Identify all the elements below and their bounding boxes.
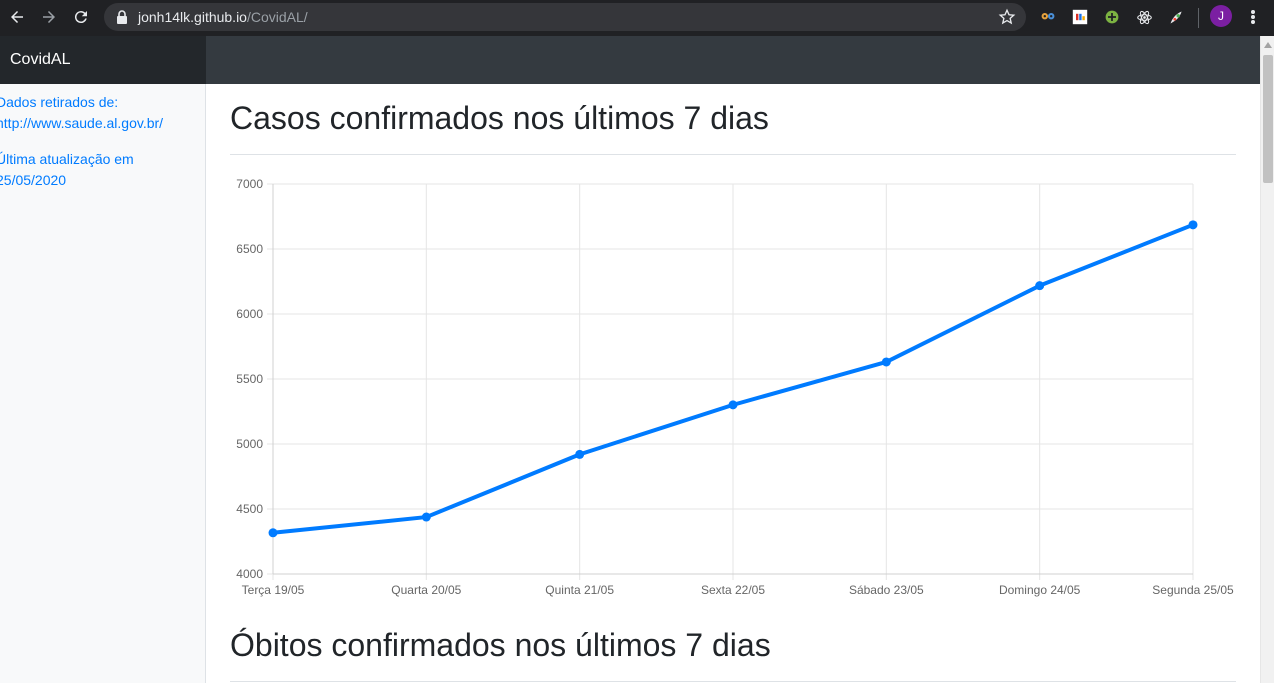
x-tick-label: Domingo 24/05 xyxy=(999,583,1081,597)
y-tick-label: 7000 xyxy=(236,177,263,191)
x-tick-label: Quarta 20/05 xyxy=(391,583,461,597)
forward-icon[interactable] xyxy=(36,4,62,30)
profile-avatar[interactable]: J xyxy=(1210,5,1232,27)
x-tick-label: Sexta 22/05 xyxy=(701,583,765,597)
url-host: jonh14lk.github.io xyxy=(138,9,247,25)
data-point xyxy=(1035,281,1045,291)
y-tick-label: 6000 xyxy=(236,307,263,321)
browser-toolbar: jonh14lk.github.io/CovidAL/ J xyxy=(0,0,1274,36)
data-source-label: Dados retirados de: xyxy=(0,94,119,110)
data-point xyxy=(575,449,585,459)
scrollbar-thumb[interactable] xyxy=(1263,55,1273,183)
cases-line-chart: 4000 4500 5000 5500 6000 6500 7000 Terça 19/05 Q… xyxy=(236,177,1234,597)
deaths-chart-title: Óbitos confirmados nos últimos 7 dias xyxy=(230,627,771,663)
y-tick-label: 4000 xyxy=(236,567,263,581)
extension-react-icon[interactable] xyxy=(1134,7,1154,27)
y-tick-label: 4500 xyxy=(236,502,263,516)
back-icon[interactable] xyxy=(4,4,30,30)
reload-icon[interactable] xyxy=(68,4,94,30)
y-tick-label: 6500 xyxy=(236,242,263,256)
y-tick-label: 5000 xyxy=(236,437,263,451)
extension-owl-icon[interactable] xyxy=(1038,7,1058,27)
title-divider-deaths xyxy=(230,681,1236,682)
last-update-info: Última atualização em 25/05/2020 xyxy=(0,149,196,191)
app-navbar: CovidAL xyxy=(0,36,1260,84)
data-source-link[interactable]: Dados retirados de: http://www.saude.al.… xyxy=(0,92,196,134)
browser-menu-icon[interactable] xyxy=(1244,6,1262,28)
data-point xyxy=(881,357,891,367)
y-tick-label: 5500 xyxy=(236,372,263,386)
data-point xyxy=(421,512,431,522)
data-point xyxy=(268,528,278,538)
x-tick-label: Segunda 25/05 xyxy=(1152,583,1234,597)
page-scrollbar[interactable] xyxy=(1260,36,1274,683)
extension-plus-icon[interactable] xyxy=(1102,7,1122,27)
url-path: /CovidAL/ xyxy=(246,9,308,25)
last-update-date: 25/05/2020 xyxy=(0,172,67,188)
app-brand[interactable]: CovidAL xyxy=(0,36,206,84)
main-content: Casos confirmados nos últimos 7 dias 400… xyxy=(206,84,1260,683)
sidebar: Dados retirados de: http://www.saude.al.… xyxy=(0,84,206,683)
lock-icon xyxy=(117,10,127,24)
extension-color-picker-icon[interactable] xyxy=(1166,7,1186,27)
data-source-url[interactable]: http://www.saude.al.gov.br/ xyxy=(0,113,196,134)
extension-palette-icon[interactable] xyxy=(1070,7,1090,27)
last-update-label: Última atualização em xyxy=(0,151,134,167)
toolbar-separator xyxy=(1198,8,1199,28)
address-bar[interactable]: jonh14lk.github.io/CovidAL/ xyxy=(104,3,1026,31)
data-point xyxy=(728,400,738,410)
bookmark-star-icon[interactable] xyxy=(998,8,1016,26)
x-tick-label: Quinta 21/05 xyxy=(545,583,614,597)
scroll-up-arrow-icon[interactable] xyxy=(1264,42,1272,48)
x-tick-label: Sábado 23/05 xyxy=(849,583,924,597)
data-point xyxy=(1188,220,1198,230)
x-tick-label: Terça 19/05 xyxy=(242,583,305,597)
